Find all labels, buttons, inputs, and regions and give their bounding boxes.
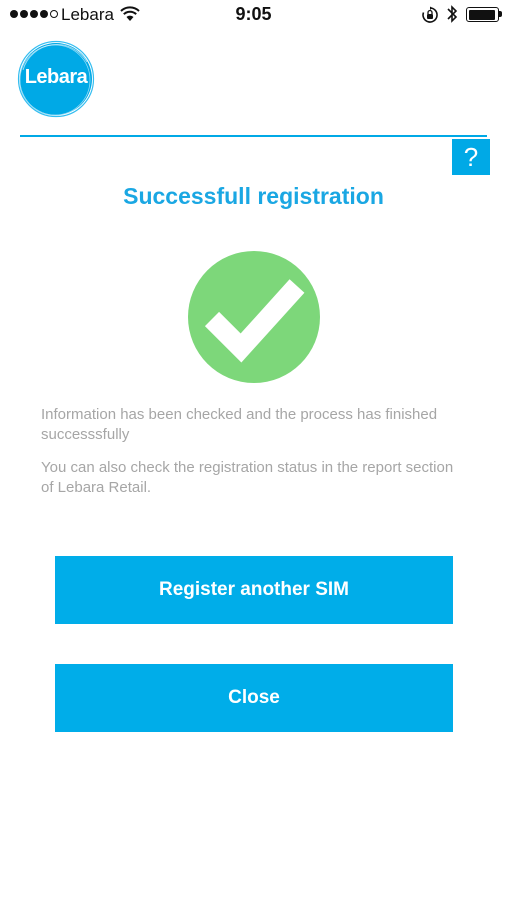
success-message: Information has been checked and the pro…: [41, 406, 438, 443]
rotation-lock-icon: [422, 6, 438, 23]
checkmark-circle-icon: [188, 251, 320, 383]
lebara-logo: Lebara: [17, 40, 95, 118]
bluetooth-icon: [447, 5, 458, 23]
register-another-sim-button[interactable]: Register another SIM: [55, 556, 453, 624]
battery-icon: [466, 7, 499, 22]
close-button[interactable]: Close: [55, 664, 453, 732]
help-button[interactable]: ?: [452, 139, 490, 175]
page-title: Successfull registration: [123, 183, 384, 209]
status-bar: Lebara 9:05: [0, 0, 507, 30]
battery-tip: [499, 11, 502, 17]
status-hint-message: You can also check the registration stat…: [41, 459, 454, 496]
header-divider: [20, 135, 487, 137]
logo-text: Lebara: [24, 66, 88, 88]
